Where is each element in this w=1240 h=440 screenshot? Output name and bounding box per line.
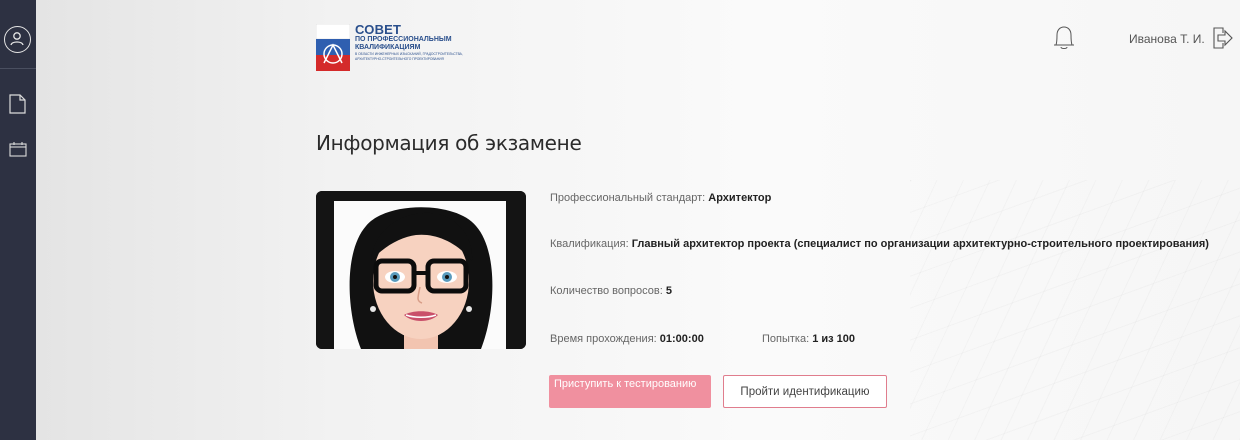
time-label: Время прохождения: [550,333,657,345]
standard-value: Архитектор [708,192,772,204]
questions-value: 5 [665,285,672,297]
info-attempt: Попытка: 1 из 100 [762,333,855,345]
sidebar [0,0,36,440]
logo-title: СОВЕТ [355,22,402,37]
info-standard: Профессиональный стандарт: Архитектор [550,192,771,204]
qualification-value: Главный архитектор проекта (специалист п… [631,238,1209,250]
sidebar-divider [0,68,36,69]
info-qualification: Квалификация: Главный архитектор проекта… [550,238,1209,250]
bell-icon[interactable] [1052,24,1076,57]
user-name[interactable]: Иванова Т. И. [1129,32,1205,46]
qualification-label: Квалификация: [550,238,629,250]
document-icon[interactable] [9,94,26,119]
info-time: Время прохождения: 01:00:00 [550,333,704,345]
logo-subtitle-1: ПО ПРОФЕССИОНАЛЬНЫМ [355,36,452,43]
main-area [36,0,1240,440]
identification-button[interactable]: Пройти идентификацию [723,375,887,408]
attempt-label: Попытка: [762,333,810,345]
standard-label: Профессиональный стандарт: [550,192,706,204]
examiner-avatar [316,191,526,349]
page-title: Информация об экзамене [316,131,582,155]
info-questions: Количество вопросов: 5 [550,285,672,297]
logout-icon[interactable] [1212,26,1234,55]
time-value: 01:00:00 [659,333,704,345]
logo[interactable]: СОВЕТ ПО ПРОФЕССИОНАЛЬНЫМ КВАЛИФИКАЦИЯМ … [316,22,463,71]
calendar-icon[interactable] [9,141,27,162]
start-test-button[interactable]: Приступить к тестированию [549,375,711,408]
user-circle-icon[interactable] [4,26,31,53]
logo-subtitle-2: КВАЛИФИКАЦИЯМ [355,44,421,51]
logo-caption-2: АРХИТЕКТУРНО-СТРОИТЕЛЬНОГО ПРОЕКТИРОВАНИ… [355,56,444,61]
attempt-value: 1 из 100 [812,333,856,345]
questions-label: Количество вопросов: [550,285,663,297]
logo-emblem-icon [316,24,350,71]
